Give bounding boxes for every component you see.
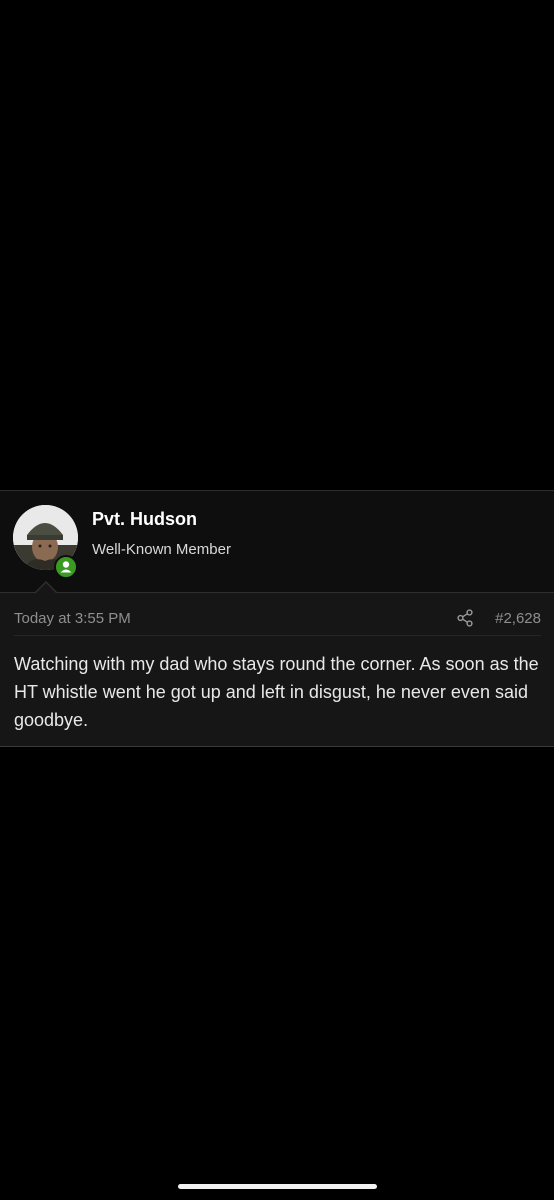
post-user-block: Pvt. Hudson Well-Known Member <box>0 491 554 594</box>
post-timestamp[interactable]: Today at 3:55 PM <box>14 610 131 627</box>
home-indicator[interactable] <box>178 1184 377 1189</box>
post-meta-row: Today at 3:55 PM #2,628 <box>14 609 541 636</box>
forum-post: Pvt. Hudson Well-Known Member Today at 3… <box>0 490 554 747</box>
user-title: Well-Known Member <box>92 541 231 558</box>
user-online-icon <box>60 561 72 573</box>
user-block-pointer-fill <box>35 583 57 594</box>
online-status-badge <box>54 555 78 579</box>
share-icon[interactable] <box>457 609 473 627</box>
post-number-link[interactable]: #2,628 <box>495 610 541 627</box>
post-message-body: Watching with my dad who stays round the… <box>14 654 539 730</box>
username-link[interactable]: Pvt. Hudson <box>92 509 197 530</box>
